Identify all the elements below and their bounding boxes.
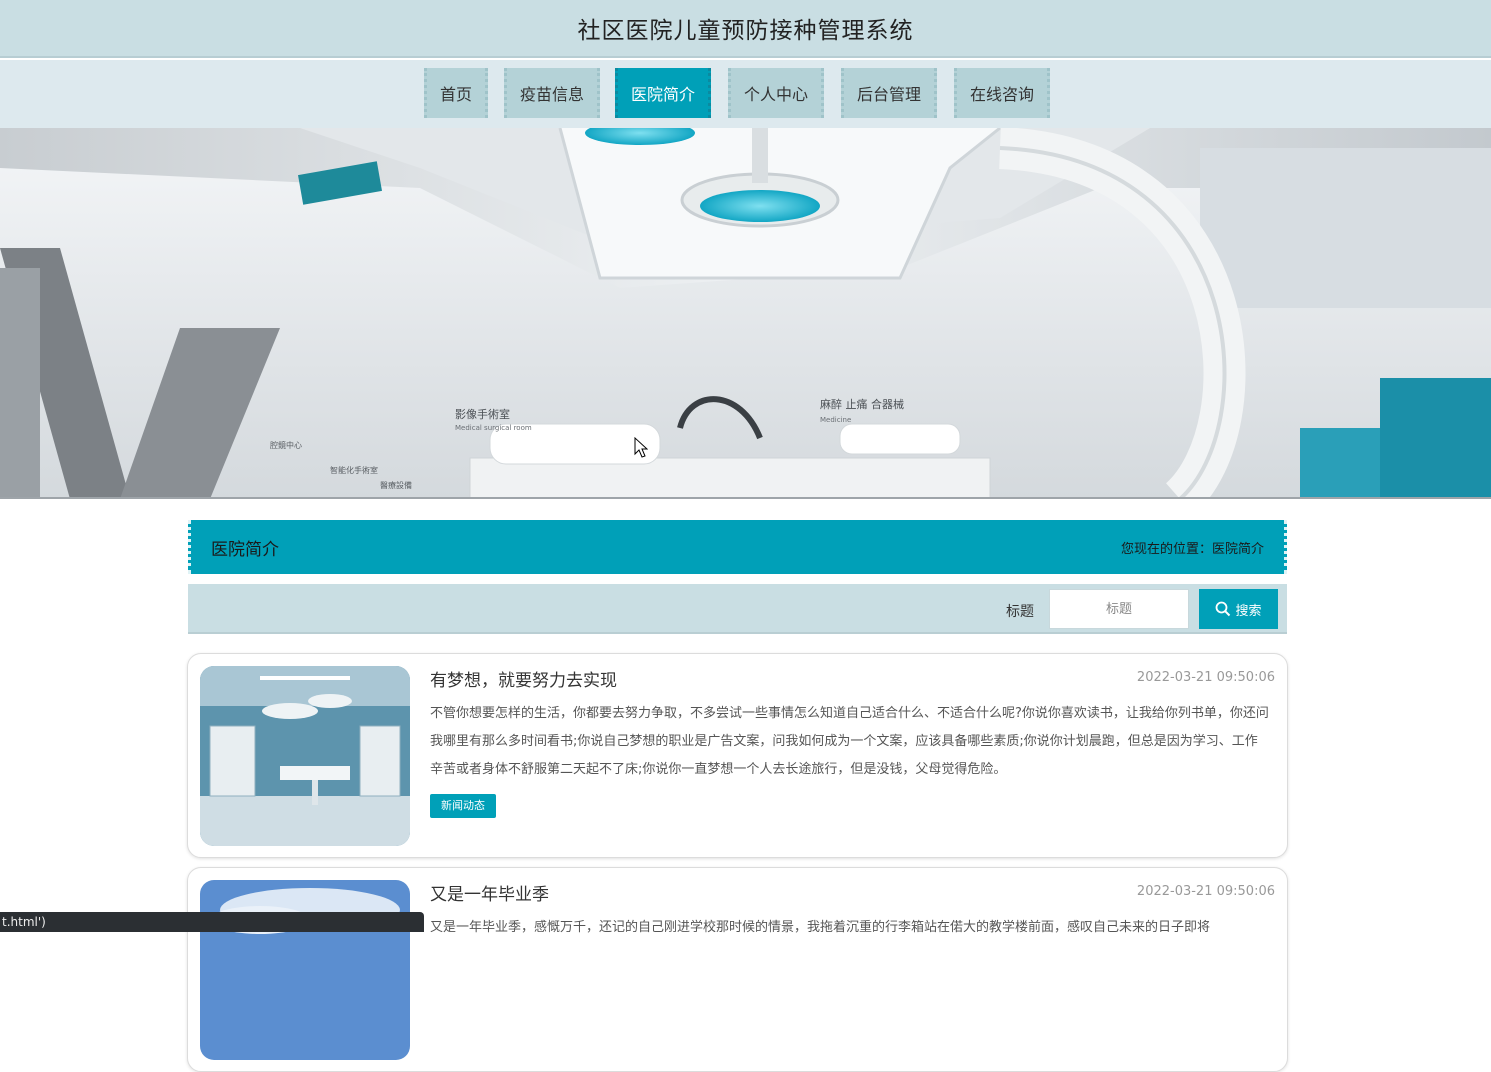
article-time: 2022-03-21 09:50:06	[1136, 884, 1275, 899]
site-title: 社区医院儿童预防接种管理系统	[577, 18, 914, 44]
hero-banner: 影像手術室 Medical surgical room 腔鏡中心 智能化手術室 …	[0, 128, 1491, 499]
wall-sign: 麻醉 止痛 合器械	[820, 397, 904, 411]
status-bar-url: t.html')	[0, 912, 424, 932]
search-icon	[1216, 601, 1231, 617]
nav-item-hospital-intro[interactable]: 医院简介	[615, 68, 711, 118]
article-tag[interactable]: 新闻动态	[430, 794, 496, 818]
nav-item-home[interactable]: 首页	[424, 68, 488, 118]
nav-item-vaccine-info[interactable]: 疫苗信息	[504, 68, 600, 118]
operating-room-photo	[200, 666, 410, 846]
article-time: 2022-03-21 09:50:06	[1136, 670, 1275, 685]
article-summary: 又是一年毕业季，感慨万千，还记的自己刚进学校那时候的情景，我拖着沉重的行李箱站在…	[430, 920, 1211, 935]
wall-sign: 影像手術室	[455, 407, 510, 421]
article-thumbnail[interactable]	[200, 880, 410, 1060]
nav-item-online-consult[interactable]: 在线咨询	[954, 68, 1050, 118]
article-title[interactable]: 有梦想，就要努力去实现	[430, 666, 617, 691]
section-title: 医院简介	[211, 540, 279, 560]
search-button-label: 搜索	[1235, 602, 1262, 618]
article-title[interactable]: 又是一年毕业季	[430, 880, 549, 905]
section-header: 医院简介 您现在的位置：医院简介	[188, 520, 1287, 574]
breadcrumb-current[interactable]: 医院简介	[1212, 542, 1264, 557]
search-bar: 标题 搜索	[188, 584, 1287, 634]
mouse-cursor-icon	[634, 437, 648, 458]
article-thumbnail[interactable]	[200, 666, 410, 846]
article-summary: 不管你想要怎样的生活，你都要去努力争取，不多尝试一些事情怎么知道自己适合什么、不…	[430, 706, 1269, 777]
search-label: 标题	[1006, 604, 1034, 620]
breadcrumb-label: 您现在的位置：	[1120, 542, 1212, 557]
operating-room-illustration: 影像手術室 Medical surgical room 腔鏡中心 智能化手術室 …	[0, 128, 1491, 499]
site-header: 社区医院儿童预防接种管理系统	[0, 0, 1491, 58]
wall-sign: 智能化手術室	[330, 465, 378, 475]
wall-sign: 醫療設備	[380, 480, 412, 490]
main-nav: 首页 疫苗信息 医院简介 个人中心 后台管理 在线咨询	[0, 60, 1491, 128]
wall-sign: 腔鏡中心	[270, 440, 302, 450]
wall-sign: Medicine	[820, 416, 851, 424]
search-input[interactable]	[1049, 589, 1189, 629]
wall-sign: Medical surgical room	[455, 424, 532, 432]
article-card[interactable]: 有梦想，就要努力去实现 2022-03-21 09:50:06 不管你想要怎样的…	[187, 653, 1288, 858]
nav-item-personal-center[interactable]: 个人中心	[728, 68, 824, 118]
nav-item-admin[interactable]: 后台管理	[841, 68, 937, 118]
sky-photo	[200, 880, 410, 1060]
article-card[interactable]: 又是一年毕业季 2022-03-21 09:50:06 又是一年毕业季，感慨万千…	[187, 867, 1288, 1072]
breadcrumb: 您现在的位置：医院简介	[1121, 538, 1264, 557]
search-button[interactable]: 搜索	[1199, 589, 1278, 629]
